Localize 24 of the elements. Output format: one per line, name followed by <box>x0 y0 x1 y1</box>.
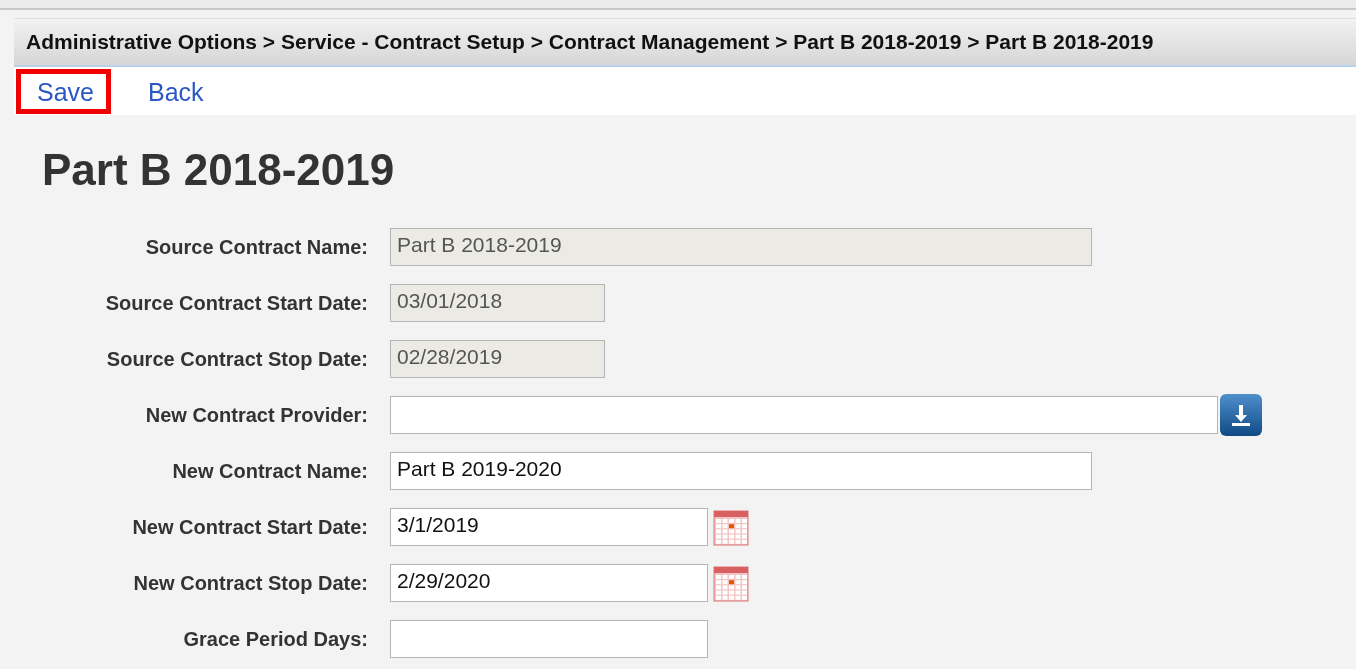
field-label: Source Contract Name: <box>144 235 369 259</box>
field-label: New Contract Name: <box>171 459 369 483</box>
field-label: New Contract Start Date: <box>131 515 369 539</box>
input-field[interactable] <box>390 396 1218 434</box>
calendar-icon[interactable] <box>713 564 749 602</box>
field-label: Source Contract Stop Date: <box>105 347 369 371</box>
input-field[interactable] <box>390 620 708 658</box>
field-label: Source Contract Start Date: <box>104 291 369 315</box>
input-field[interactable]: 3/1/2019 <box>390 508 708 546</box>
readonly-field: Part B 2018-2019 <box>390 228 1092 266</box>
input-field[interactable]: Part B 2019-2020 <box>390 452 1092 490</box>
action-link[interactable]: Back <box>127 68 221 114</box>
field-label: New Contract Stop Date: <box>132 571 369 595</box>
breadcrumb: Administrative Options > Service - Contract Setup > Contract Management > Part B 2018-2019 > Part B 2018-2019 <box>14 18 1356 67</box>
action-link[interactable]: Save <box>16 68 111 114</box>
field-label: New Contract Provider: <box>144 403 369 427</box>
download-button[interactable] <box>1220 394 1262 436</box>
download-icon <box>1230 403 1252 427</box>
calendar-icon[interactable] <box>713 508 749 546</box>
readonly-field: 03/01/2018 <box>390 284 605 322</box>
page-title: Part B 2018-2019 <box>42 145 396 195</box>
input-field[interactable]: 2/29/2020 <box>390 564 708 602</box>
readonly-field: 02/28/2019 <box>390 340 605 378</box>
field-label: Grace Period Days: <box>182 627 369 651</box>
